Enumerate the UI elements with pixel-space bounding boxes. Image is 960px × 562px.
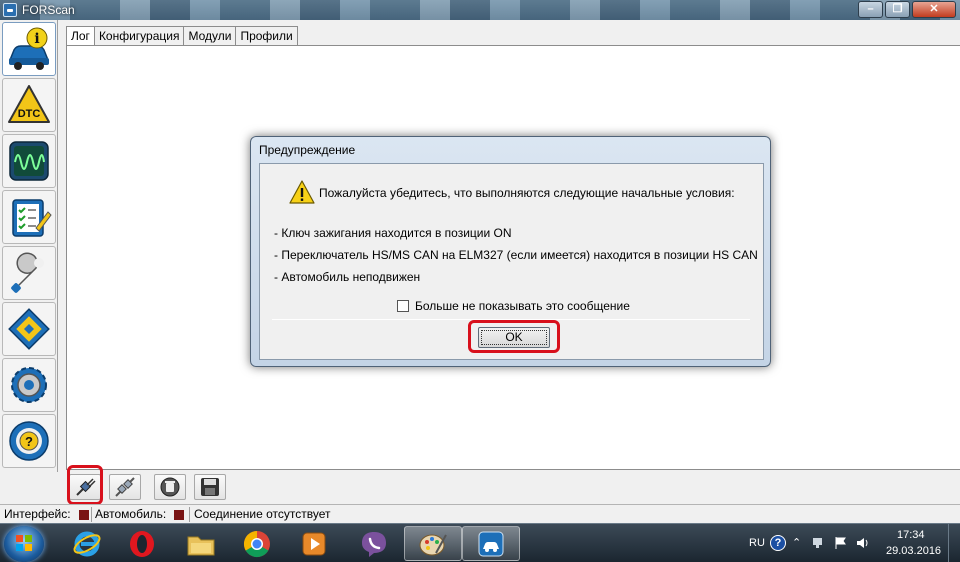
warning-dialog: Предупреждение Пожалуйста убедитесь, что…	[250, 136, 771, 367]
media-player-icon	[302, 532, 326, 555]
clock-time[interactable]: 17:34	[897, 529, 925, 541]
title-bar-background	[0, 0, 960, 20]
vehicle-label: Автомобиль:	[95, 507, 167, 521]
tray-flag-icon[interactable]	[834, 536, 848, 550]
interface-status-indicator	[79, 510, 89, 520]
status-bar: Интерфейс: Автомобиль: Соединение отсутс…	[0, 504, 960, 523]
chip-icon	[8, 308, 50, 350]
chrome-icon	[243, 530, 270, 557]
save-icon	[201, 478, 219, 496]
sidebar-item-config[interactable]	[2, 302, 56, 356]
clear-icon	[160, 477, 180, 497]
sidebar-item-help[interactable]: ?	[2, 414, 56, 468]
status-divider	[189, 507, 190, 522]
tab-bar: Лог Конфигурация Модули Профили	[66, 26, 298, 46]
title-bar: FORScan – ❐ ✕	[0, 0, 960, 20]
paint-icon	[419, 534, 447, 555]
svg-text:?: ?	[25, 434, 33, 449]
oscilloscope-icon	[9, 141, 49, 181]
gear-icon	[11, 367, 47, 403]
windows-logo-icon	[16, 535, 32, 551]
sidebar-item-service[interactable]	[2, 246, 56, 300]
window-title: FORScan	[22, 3, 75, 17]
dialog-message: Пожалуйста убедитесь, что выполняются сл…	[319, 186, 735, 200]
help-wheel-icon: ?	[9, 421, 49, 461]
connection-status-text: Соединение отсутствует	[194, 507, 331, 521]
warning-icon	[289, 180, 315, 204]
dialog-body: Пожалуйста убедитесь, что выполняются сл…	[259, 163, 764, 360]
taskbar-opera[interactable]	[113, 526, 171, 561]
sidebar-item-settings[interactable]	[2, 358, 56, 412]
tab-modules[interactable]: Модули	[183, 26, 237, 45]
status-divider	[91, 507, 92, 522]
language-indicator[interactable]: RU	[749, 537, 765, 549]
sidebar: i DTC ?	[0, 20, 58, 472]
vehicle-status-indicator	[174, 510, 184, 520]
file-explorer-icon	[187, 536, 215, 555]
connect-button-highlight-annotation	[67, 465, 103, 505]
tab-profiles[interactable]: Профили	[235, 26, 298, 45]
taskbar-chrome[interactable]	[228, 526, 286, 561]
taskbar-forscan[interactable]	[462, 526, 520, 561]
close-button[interactable]: ✕	[912, 1, 956, 18]
windows-taskbar: RU ? ⌃ 17:34 29.03.2016	[0, 523, 960, 562]
condition-can-switch: - Переключатель HS/MS CAN на ELM327 (есл…	[274, 248, 758, 262]
sidebar-item-tests[interactable]	[2, 190, 56, 244]
internet-explorer-icon	[73, 531, 101, 556]
taskbar-internet-explorer[interactable]	[58, 526, 116, 561]
car-info-icon: i	[8, 27, 50, 70]
condition-ignition: - Ключ зажигания находится в позиции ON	[274, 226, 512, 240]
interface-label: Интерфейс:	[4, 507, 71, 521]
sidebar-item-oscilloscope[interactable]	[2, 134, 56, 188]
maximize-button[interactable]: ❐	[885, 1, 910, 18]
taskbar-viber[interactable]	[345, 526, 403, 561]
tray-chevron-icon[interactable]: ⌃	[792, 536, 801, 549]
ok-button-highlight-annotation	[468, 320, 560, 353]
forscan-app-icon	[3, 3, 17, 17]
checklist-icon	[12, 199, 52, 237]
sidebar-item-info[interactable]: i	[2, 22, 56, 76]
viber-icon	[362, 531, 386, 557]
dont-show-again-label: Больше не показывать это сообщение	[415, 299, 630, 313]
wrench-icon	[11, 252, 44, 293]
svg-text:i: i	[34, 31, 39, 47]
disconnect-button[interactable]	[109, 474, 141, 500]
clock-date[interactable]: 29.03.2016	[886, 545, 941, 557]
condition-vehicle-stationary: - Автомобиль неподвижен	[274, 270, 421, 284]
show-desktop-button[interactable]	[948, 524, 960, 562]
tray-help-icon[interactable]: ?	[770, 535, 786, 551]
taskbar-file-explorer[interactable]	[172, 526, 230, 561]
dont-show-again-checkbox[interactable]	[397, 300, 409, 312]
tab-log[interactable]: Лог	[66, 26, 95, 46]
taskbar-paint[interactable]	[404, 526, 462, 561]
clear-log-button[interactable]	[154, 474, 186, 500]
dtc-warning-icon: DTC	[8, 85, 50, 123]
dtc-label: DTC	[18, 108, 41, 120]
sidebar-item-dtc[interactable]: DTC	[2, 78, 56, 132]
tray-network-icon[interactable]	[812, 536, 826, 550]
taskbar-media-player[interactable]	[285, 526, 343, 561]
minimize-button[interactable]: –	[858, 1, 883, 18]
tab-configuration[interactable]: Конфигурация	[93, 26, 185, 45]
bottom-toolbar	[0, 472, 960, 504]
dont-show-again-row[interactable]: Больше не показывать это сообщение	[397, 299, 630, 313]
save-log-button[interactable]	[194, 474, 226, 500]
start-button[interactable]	[4, 526, 44, 562]
forscan-icon	[478, 531, 504, 556]
disconnect-plug-icon	[115, 477, 135, 497]
dialog-title: Предупреждение	[259, 143, 356, 157]
tray-volume-icon[interactable]	[856, 536, 870, 550]
opera-icon	[130, 530, 154, 557]
